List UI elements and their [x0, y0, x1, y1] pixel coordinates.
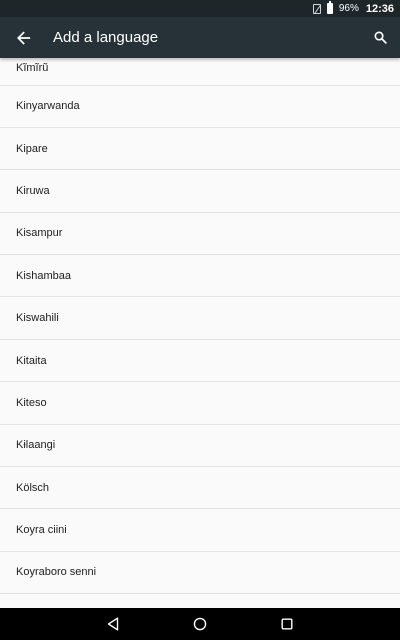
language-label: Kishambaa — [16, 269, 72, 282]
app-bar: Add a language — [0, 17, 400, 58]
nav-back-button[interactable] — [93, 608, 133, 640]
nav-back-triangle-icon — [108, 617, 119, 631]
language-item[interactable]: Kölsch — [0, 467, 400, 510]
screen: 96% 12:36 Add a language Kĩmĩrũ Kinyarwa… — [0, 0, 400, 640]
arrow-back-icon — [17, 30, 31, 45]
language-item[interactable]: Kitaita — [0, 339, 400, 383]
language-label: Kisampur — [16, 227, 63, 240]
language-item[interactable]: Koyra ciini — [0, 509, 400, 552]
language-label: Koyraboro senni — [16, 566, 97, 579]
nav-home-button[interactable] — [180, 608, 220, 640]
language-list[interactable]: Kĩmĩrũ Kinyarwanda Kipare Kiruwa Kisampu… — [0, 58, 400, 608]
nav-recents-square-icon — [281, 618, 293, 630]
language-label: Koyra ciini — [16, 524, 67, 537]
no-sim-icon — [312, 3, 321, 14]
language-label: Kĩmĩrũ — [16, 61, 49, 74]
language-item[interactable]: Kisampur — [0, 212, 400, 256]
language-label: Kinyarwanda — [16, 100, 80, 113]
language-label: Kiruwa — [16, 184, 50, 197]
language-label: Kiswahili — [16, 312, 59, 325]
battery-percent: 96% — [338, 3, 359, 14]
nav-recents-button[interactable] — [267, 608, 307, 640]
language-item[interactable]: Kinyarwanda — [0, 85, 400, 128]
language-item[interactable]: Kɨlaangi — [0, 424, 400, 468]
language-list-inner: Kĩmĩrũ Kinyarwanda Kipare Kiruwa Kisampu… — [0, 58, 400, 595]
battery-icon — [326, 1, 333, 14]
nav-home-circle-icon — [193, 617, 207, 631]
language-item[interactable]: Kiswahili — [0, 297, 400, 340]
language-label: Kɨlaangi — [16, 439, 56, 452]
language-item[interactable]: Kishambaa — [0, 255, 400, 298]
language-label: Kiteso — [16, 396, 47, 409]
language-item[interactable]: Kĩmĩrũ — [0, 58, 400, 86]
language-label: Kitaita — [16, 354, 47, 367]
search-button[interactable] — [360, 17, 400, 58]
status-time: 12:36 — [365, 2, 394, 15]
page-title: Add a language — [53, 29, 159, 46]
back-button[interactable] — [0, 17, 48, 58]
language-item[interactable]: Kipare — [0, 127, 400, 171]
language-item[interactable]: Koyraboro senni — [0, 551, 400, 595]
status-bar: 96% 12:36 — [0, 0, 400, 17]
navigation-bar — [0, 608, 400, 640]
language-item[interactable]: Kiteso — [0, 382, 400, 425]
language-label: Kipare — [16, 142, 48, 155]
language-item[interactable]: Kiruwa — [0, 170, 400, 213]
language-label: Kölsch — [16, 481, 50, 494]
search-icon — [373, 31, 387, 44]
